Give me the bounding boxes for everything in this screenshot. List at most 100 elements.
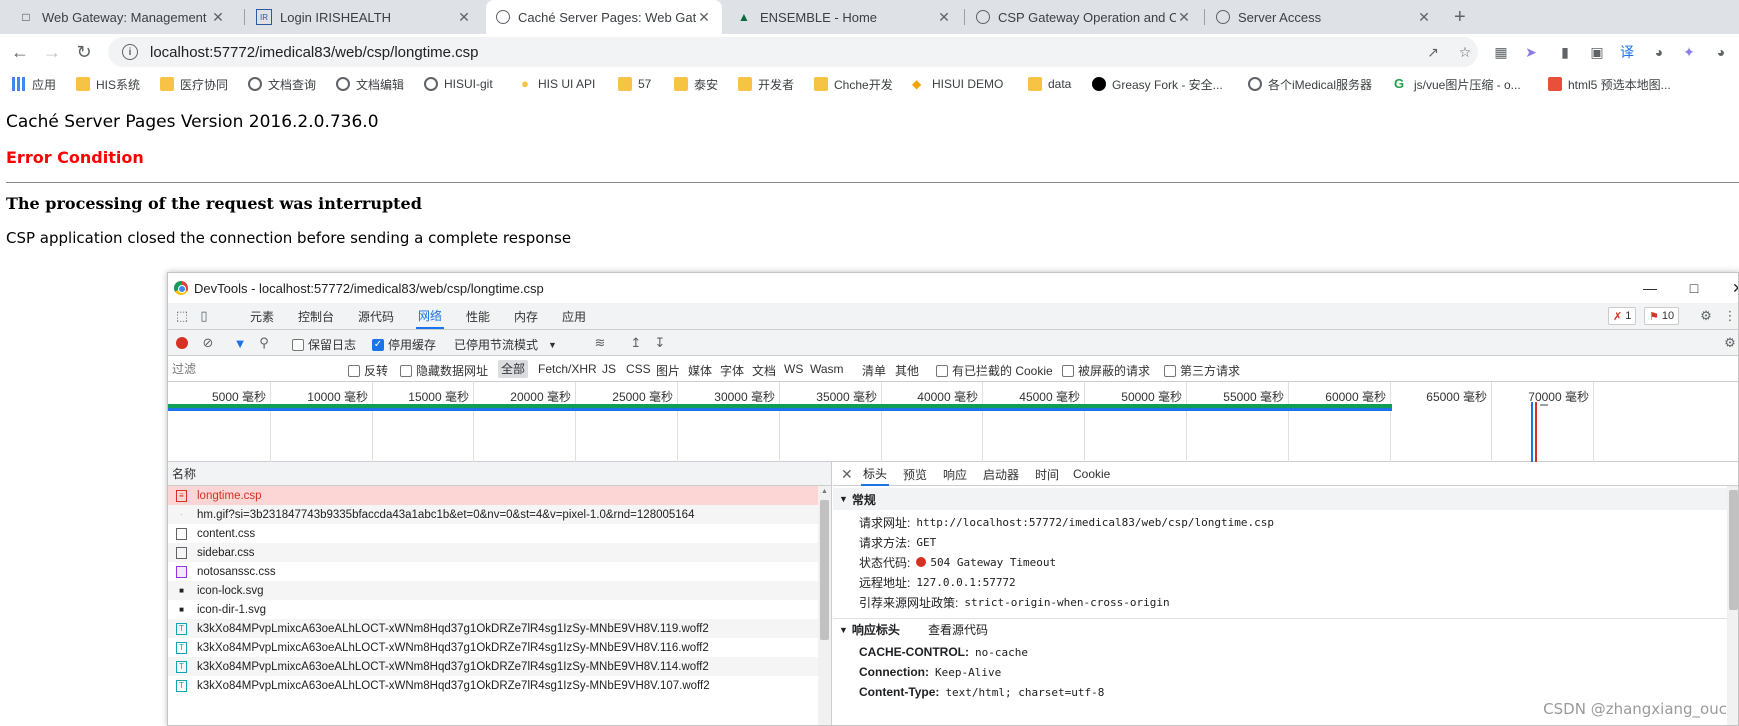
bookmark-folder[interactable]: HIS系统 bbox=[76, 74, 140, 94]
filter-type-other[interactable]: 其他 bbox=[895, 362, 919, 379]
filter-type-all[interactable]: 全部 bbox=[498, 360, 529, 378]
record-icon[interactable] bbox=[174, 335, 190, 351]
bookmark-link[interactable]: Gjs/vue图片压缩 - o... bbox=[1394, 74, 1521, 94]
bookmark-folder[interactable]: 57 bbox=[618, 74, 651, 94]
tab-ensemble-home[interactable]: ▲ ENSEMBLE - Home ✕ bbox=[726, 0, 962, 34]
tab-preview[interactable]: 预览 bbox=[901, 462, 929, 486]
bookmark-link[interactable]: 文档查询 bbox=[248, 74, 316, 94]
tab-csp-gateway-operation[interactable]: CSP Gateway Operation and C ✕ bbox=[966, 0, 1202, 34]
filter-type-css[interactable]: CSS bbox=[626, 362, 651, 376]
hide-data-urls-checkbox[interactable]: 隐藏数据网址 bbox=[400, 362, 488, 379]
filter-type-fetch-xhr[interactable]: Fetch/XHR bbox=[538, 362, 597, 376]
list-scrollbar[interactable]: ▲ bbox=[818, 486, 831, 725]
scroll-up-icon[interactable]: ▲ bbox=[821, 488, 828, 495]
minimize-icon[interactable]: — bbox=[1628, 273, 1672, 303]
bookmark-link[interactable]: ● HIS UI API bbox=[518, 74, 595, 94]
bookmark-folder[interactable]: 泰安 bbox=[674, 74, 718, 94]
filter-type-img[interactable]: 图片 bbox=[656, 362, 680, 379]
filter-type-media[interactable]: 媒体 bbox=[688, 362, 712, 379]
star-icon[interactable]: ☆ bbox=[1456, 43, 1474, 61]
request-row[interactable]: Tk3kXo84MPvpLmixcA63oeALhLOCT-xWNm8Hqd37… bbox=[168, 619, 818, 638]
share-icon[interactable]: ↗ bbox=[1424, 43, 1442, 61]
blocked-requests-checkbox[interactable]: 被屏蔽的请求 bbox=[1062, 362, 1150, 379]
filter-input[interactable] bbox=[172, 359, 332, 379]
tab-login-irishealth[interactable]: IR Login IRISHEALTH ✕ bbox=[246, 0, 482, 34]
tab-server-access[interactable]: Server Access ✕ bbox=[1206, 0, 1442, 34]
throttle-select[interactable]: 已停用节流模式 ▼ bbox=[454, 336, 557, 353]
info-icon[interactable]: i bbox=[122, 44, 138, 60]
tab-headers[interactable]: 标头 bbox=[861, 462, 890, 486]
filter-type-wasm[interactable]: Wasm bbox=[810, 362, 844, 376]
disable-cache-checkbox[interactable]: ✓ 停用缓存 bbox=[372, 336, 436, 353]
close-icon[interactable]: ✕ bbox=[210, 9, 226, 26]
request-row[interactable]: ■ icon-lock.svg bbox=[168, 581, 818, 600]
bookmark-folder[interactable]: 医疗协同 bbox=[160, 74, 228, 94]
more-options-icon[interactable]: ⋮ bbox=[1722, 308, 1738, 324]
error-count-badge[interactable]: ✗ 1 bbox=[1608, 307, 1637, 325]
extension-icon[interactable]: ◕ bbox=[1650, 43, 1668, 61]
bookmark-link[interactable]: ◆ HISUI DEMO bbox=[912, 74, 1003, 94]
search-icon[interactable]: ⚲ bbox=[256, 335, 272, 351]
request-row[interactable]: ≡ longtime.csp bbox=[168, 486, 818, 505]
third-party-checkbox[interactable]: 第三方请求 bbox=[1164, 362, 1240, 379]
qr-icon[interactable]: ▦ bbox=[1492, 43, 1510, 61]
reload-icon[interactable]: ↻ bbox=[72, 40, 96, 64]
back-icon[interactable]: ← bbox=[8, 40, 32, 64]
filter-type-font[interactable]: 字体 bbox=[720, 362, 744, 379]
extension-icon[interactable]: ◕ bbox=[1712, 43, 1730, 61]
tab-response[interactable]: 响应 bbox=[941, 462, 969, 486]
maximize-icon[interactable]: □ bbox=[1672, 273, 1716, 303]
panel-console[interactable]: 控制台 bbox=[296, 303, 336, 329]
name-column-header[interactable]: 名称 bbox=[168, 462, 831, 486]
network-overview-timeline[interactable]: 5000 毫秒 10000 毫秒 15000 毫秒 20000 毫秒 25000 毫秒 3… bbox=[168, 382, 1738, 462]
filter-type-js[interactable]: JS bbox=[602, 362, 616, 376]
clear-icon[interactable]: ⊘ bbox=[200, 335, 216, 351]
preserve-log-checkbox[interactable]: 保留日志 bbox=[292, 336, 356, 353]
close-icon[interactable]: ✕ bbox=[936, 9, 952, 26]
cursor-extension-icon[interactable]: ➤ bbox=[1522, 43, 1540, 61]
bookmark-link[interactable]: html5 预选本地图... bbox=[1548, 74, 1671, 94]
close-icon[interactable]: ✕ bbox=[696, 9, 712, 26]
wifi-conditions-icon[interactable]: ≋ bbox=[592, 335, 608, 351]
close-icon[interactable]: ✕ bbox=[1416, 9, 1432, 26]
tab-cache-server-pages[interactable]: Caché Server Pages: Web Gate ✕ bbox=[486, 0, 722, 34]
device-toolbar-icon[interactable]: ▯ bbox=[196, 308, 212, 324]
filter-type-ws[interactable]: WS bbox=[784, 362, 803, 376]
blocked-cookies-checkbox[interactable]: 有已拦截的 Cookie bbox=[936, 362, 1053, 379]
bookmark-link[interactable]: HISUI-git bbox=[424, 74, 493, 94]
bookmark-folder[interactable]: 开发者 bbox=[738, 74, 794, 94]
settings-gear-icon[interactable]: ⚙ bbox=[1722, 335, 1738, 351]
request-row[interactable]: Tk3kXo84MPvpLmixcA63oeALhLOCT-xWNm8Hqd37… bbox=[168, 676, 818, 695]
view-source-link[interactable]: 查看源代码 bbox=[928, 621, 988, 638]
scrollbar-thumb[interactable] bbox=[1729, 490, 1738, 610]
request-row[interactable]: · hm.gif?si=3b231847743b9335bfaccda43a1ab… bbox=[168, 505, 818, 524]
panel-network[interactable]: 网络 bbox=[416, 303, 445, 329]
close-icon[interactable]: ✕ bbox=[456, 9, 472, 26]
extension-icon[interactable]: ▣ bbox=[1588, 43, 1606, 61]
panel-sources[interactable]: 源代码 bbox=[356, 303, 396, 329]
bookmark-folder[interactable]: data bbox=[1028, 74, 1071, 94]
bookmark-apps[interactable]: 应用 bbox=[12, 74, 56, 94]
invert-checkbox[interactable]: 反转 bbox=[348, 362, 388, 379]
bookmark-link[interactable]: 文档编辑 bbox=[336, 74, 404, 94]
new-tab-button[interactable]: + bbox=[1450, 0, 1478, 34]
panel-performance[interactable]: 性能 bbox=[464, 303, 492, 329]
translate-icon[interactable]: 译 bbox=[1618, 43, 1636, 61]
request-row[interactable]: Tk3kXo84MPvpLmixcA63oeALhLOCT-xWNm8Hqd37… bbox=[168, 657, 818, 676]
scrollbar-thumb[interactable] bbox=[820, 500, 829, 640]
inspect-icon[interactable]: ⬚ bbox=[174, 308, 190, 324]
settings-gear-icon[interactable]: ⚙ bbox=[1698, 308, 1714, 324]
tab-web-gateway[interactable]: □ Web Gateway: Management ✕ bbox=[8, 0, 236, 34]
panel-elements[interactable]: 元素 bbox=[248, 303, 276, 329]
detail-scrollbar[interactable] bbox=[1727, 486, 1738, 725]
bookmark-folder[interactable]: Chche开发 bbox=[814, 74, 893, 94]
forward-icon[interactable]: → bbox=[40, 40, 64, 64]
bookmark-link[interactable]: Greasy Fork - 安全... bbox=[1092, 74, 1223, 94]
panel-memory[interactable]: 内存 bbox=[512, 303, 540, 329]
general-section-header[interactable]: ▼ 常规 bbox=[833, 488, 1738, 510]
address-bar[interactable]: i localhost:57772/imedical83/web/csp/lon… bbox=[108, 37, 1478, 67]
close-icon[interactable]: ✕ bbox=[1176, 9, 1192, 26]
request-row[interactable]: sidebar.css bbox=[168, 543, 818, 562]
tab-timing[interactable]: 时间 bbox=[1033, 462, 1061, 486]
panel-application[interactable]: 应用 bbox=[560, 303, 588, 329]
